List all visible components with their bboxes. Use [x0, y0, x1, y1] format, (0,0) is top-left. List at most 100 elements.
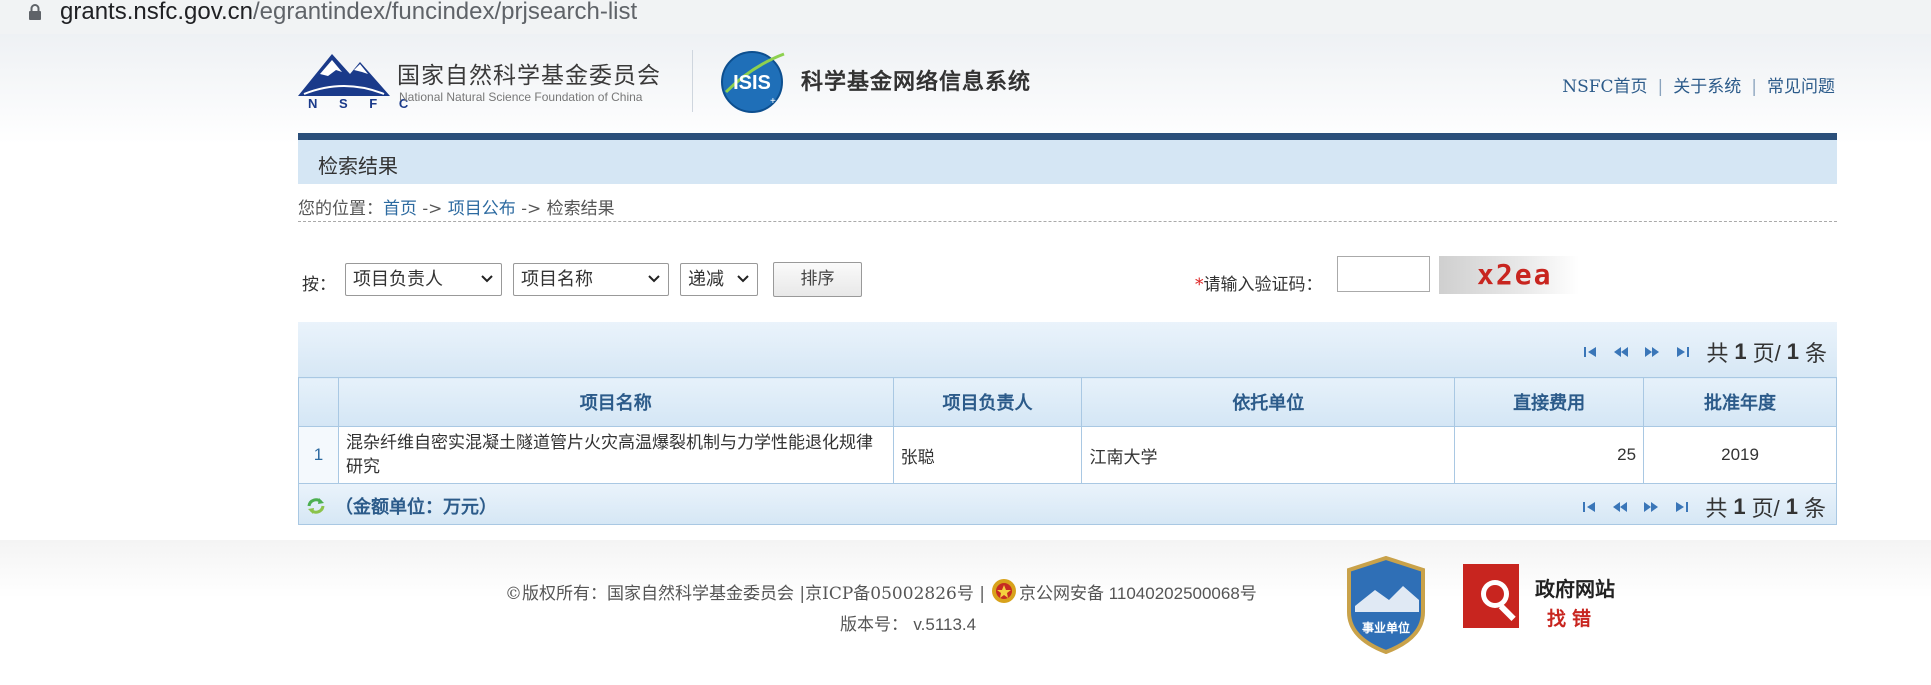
- header-year[interactable]: 批准年度: [1643, 377, 1837, 427]
- breadcrumb-divider: [298, 221, 1837, 222]
- section-title: 检索结果: [318, 154, 398, 178]
- nsfc-home-link[interactable]: NSFC首页: [1562, 77, 1647, 97]
- chevron-down-icon: [737, 275, 749, 283]
- pager-bottom: 共 1 页/1 条: [1581, 491, 1826, 523]
- prev-page-icon[interactable]: [1612, 499, 1628, 515]
- url-path: /egrantindex/funcindex/prjsearch-list: [252, 0, 638, 25]
- footer-copyright: ©版权所有：国家自然科学基金委员会 | 京ICP备05002826号 | 京公网…: [505, 578, 1257, 604]
- header-cost[interactable]: 直接费用: [1454, 377, 1645, 427]
- header-leader[interactable]: 项目负责人: [892, 377, 1083, 427]
- footer-version: 版本号： v.5113.4: [840, 610, 976, 635]
- sort-order-value: 递减: [688, 269, 724, 290]
- header-divider: [692, 50, 693, 112]
- captcha-input[interactable]: [1337, 256, 1430, 292]
- police-record-text[interactable]: 京公网安备 11040202500068号: [1019, 579, 1257, 604]
- url-host: grants.nsfc.gov.cn: [60, 0, 253, 25]
- captcha-label: *请输入验证码：: [1195, 270, 1323, 295]
- badge1-text: 事业单位: [1362, 620, 1410, 635]
- required-star: *: [1195, 275, 1204, 295]
- top-nav-links: NSFC首页 | 关于系统 | 常见问题: [1562, 72, 1835, 97]
- last-page-icon[interactable]: [1674, 499, 1690, 515]
- chevron-down-icon: [648, 275, 660, 283]
- first-page-icon[interactable]: [1582, 344, 1598, 360]
- org-name-en: National Natural Science Foundation of C…: [399, 90, 643, 104]
- title-accent-bar: [298, 133, 1837, 140]
- copyright-text: ©版权所有：国家自然科学基金委员会 |: [505, 583, 806, 604]
- lock-icon: [29, 4, 41, 20]
- amount-unit-text: （金额单位：万元）: [335, 497, 497, 517]
- secondary-field-value: 项目名称: [521, 269, 593, 290]
- refresh-icon[interactable]: [305, 497, 327, 515]
- pager-mid: 页/: [1752, 341, 1781, 366]
- svg-text:+: +: [770, 96, 776, 107]
- pager-total: 1: [1785, 494, 1798, 519]
- magnifier-icon: [1463, 564, 1519, 628]
- sort-by-label: 按：: [302, 275, 336, 295]
- cost-cell: 25: [1454, 426, 1645, 484]
- section-title-bar: 检索结果: [298, 140, 1837, 184]
- pager-bar-bottom: （金额单位：万元） 共 1 页/1 条: [298, 483, 1837, 525]
- breadcrumb-separator: ->: [417, 199, 448, 219]
- icp-text[interactable]: 京ICP备05002826号 |: [805, 579, 985, 604]
- faq-link[interactable]: 常见问题: [1767, 77, 1835, 97]
- police-badge-icon: [991, 579, 1016, 603]
- sort-field-select[interactable]: 项目负责人: [345, 263, 502, 296]
- next-page-icon[interactable]: [1644, 344, 1660, 360]
- prev-page-icon[interactable]: [1613, 344, 1629, 360]
- version-label: 版本号：: [840, 615, 908, 635]
- header-project-name[interactable]: 项目名称: [337, 377, 894, 427]
- sort-order-select[interactable]: 递减: [680, 263, 758, 296]
- results-table: 项目名称 项目负责人 依托单位 直接费用 批准年度 1 混杂纤维自密实混凝土隧道…: [298, 377, 1837, 484]
- chevron-down-icon: [481, 275, 493, 283]
- org-name-cn: 国家自然科学基金委员会: [397, 62, 661, 88]
- system-name: 科学基金网络信息系统: [801, 69, 1032, 94]
- row-index: 1: [298, 426, 339, 484]
- pager-current: 1: [1733, 494, 1746, 519]
- year-cell: 2019: [1643, 426, 1837, 484]
- badge2-title: 政府网站: [1535, 579, 1615, 601]
- amount-unit: （金额单位：万元）: [305, 493, 497, 519]
- url-text[interactable]: grants.nsfc.gov.cn/egrantindex/funcindex…: [60, 0, 637, 26]
- pager-mid: 页/: [1751, 496, 1780, 521]
- breadcrumb-home-link[interactable]: 首页: [383, 199, 417, 219]
- pager-bar-top: 共 1 页/1 条: [298, 322, 1837, 378]
- link-separator: |: [1751, 77, 1757, 97]
- badge2-subtitle: 找错: [1547, 609, 1598, 630]
- captcha-image[interactable]: x2ea: [1439, 256, 1579, 294]
- last-page-icon[interactable]: [1675, 344, 1691, 360]
- captcha-text: x2ea: [1477, 258, 1553, 291]
- pager-prefix: 共: [1706, 341, 1729, 366]
- leader-cell: 张聪: [892, 426, 1083, 484]
- pager-top: 共 1 页/1 条: [1582, 336, 1827, 368]
- pager-suffix: 条: [1804, 341, 1827, 366]
- breadcrumb-prefix: 您的位置：: [298, 199, 383, 219]
- about-system-link[interactable]: 关于系统: [1673, 77, 1741, 97]
- project-name-cell[interactable]: 混杂纤维自密实混凝土隧道管片火灾高温爆裂机制与力学性能退化规律研究: [337, 426, 894, 484]
- table-row[interactable]: 1 混杂纤维自密实混凝土隧道管片火灾高温爆裂机制与力学性能退化规律研究 张聪 江…: [298, 426, 1837, 484]
- pager-total: 1: [1786, 339, 1799, 364]
- sort-button[interactable]: 排序: [773, 262, 862, 297]
- captcha-label-text: 请输入验证码：: [1203, 275, 1323, 295]
- pager-suffix: 条: [1803, 496, 1826, 521]
- breadcrumb: 您的位置：首页 -> 项目公布 -> 检索结果: [298, 194, 615, 219]
- secondary-field-select[interactable]: 项目名称: [513, 263, 669, 296]
- institution-cell: 江南大学: [1081, 426, 1456, 484]
- breadcrumb-separator: ->: [515, 199, 547, 219]
- first-page-icon[interactable]: [1581, 499, 1597, 515]
- link-separator: |: [1657, 77, 1664, 97]
- breadcrumb-projects-link[interactable]: 项目公布: [448, 199, 516, 219]
- version-value: v.5113.4: [913, 615, 977, 634]
- header-institution[interactable]: 依托单位: [1081, 377, 1456, 427]
- browser-address-bar[interactable]: grants.nsfc.gov.cn/egrantindex/funcindex…: [0, 0, 1931, 34]
- gov-site-error-badge[interactable]: 政府网站 找错: [1455, 556, 1620, 636]
- sort-field-value: 项目负责人: [353, 269, 443, 290]
- pager-current: 1: [1734, 339, 1747, 364]
- header-index: [298, 377, 339, 427]
- isis-logo-icon: ISIS +: [721, 51, 785, 113]
- svg-text:ISIS: ISIS: [733, 72, 771, 94]
- breadcrumb-current: 检索结果: [546, 199, 615, 219]
- table-header-row: 项目名称 项目负责人 依托单位 直接费用 批准年度: [298, 377, 1837, 427]
- next-page-icon[interactable]: [1643, 499, 1659, 515]
- pager-prefix: 共: [1705, 496, 1728, 521]
- institution-badge-icon[interactable]: 事业单位: [1345, 556, 1427, 654]
